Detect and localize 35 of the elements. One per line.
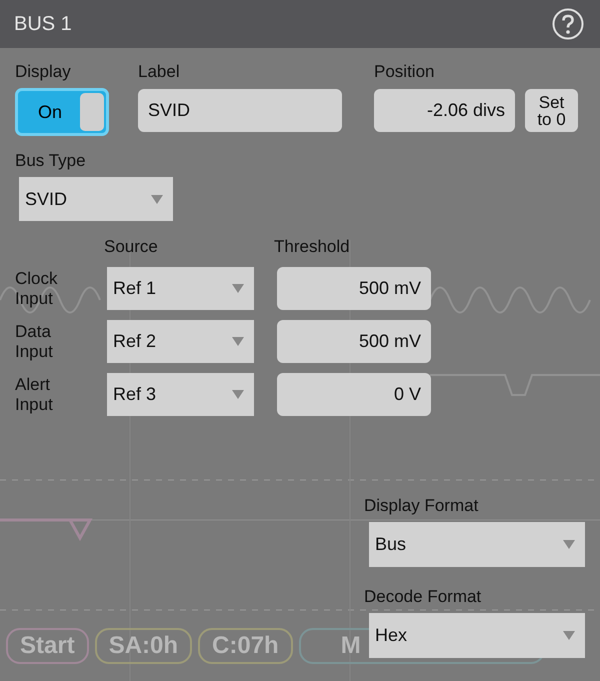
field-label: Position bbox=[374, 62, 436, 82]
bus-packet: SA:0h bbox=[94, 628, 192, 664]
bus-packet: C:07h bbox=[198, 628, 293, 664]
caret-icon bbox=[563, 631, 575, 640]
column-header: Source bbox=[104, 237, 159, 257]
bus-type-dropdown[interactable]: SVID bbox=[19, 177, 173, 221]
label-field[interactable]: SVID bbox=[138, 89, 342, 132]
column-header: Threshold bbox=[274, 237, 351, 257]
source-dropdown[interactable]: Ref 2 bbox=[107, 320, 254, 363]
input-label: Clock Input bbox=[15, 268, 59, 308]
caret-icon bbox=[151, 194, 163, 204]
decode-format-dropdown[interactable]: Hex bbox=[369, 613, 585, 658]
input-label: Data Input bbox=[15, 322, 54, 362]
display-format-dropdown[interactable]: Bus bbox=[369, 522, 585, 567]
field-label: Label bbox=[138, 62, 181, 82]
help-icon[interactable] bbox=[552, 8, 584, 40]
caret-icon bbox=[232, 390, 244, 399]
threshold-field[interactable]: 500 mV bbox=[277, 320, 431, 363]
field-label: Decode Format bbox=[364, 587, 482, 607]
caret-icon bbox=[232, 337, 244, 346]
threshold-field[interactable]: 500 mV bbox=[277, 267, 431, 310]
caret-icon bbox=[563, 540, 575, 549]
position-field[interactable]: -2.06 divs bbox=[374, 89, 515, 132]
field-label: Display bbox=[15, 62, 72, 82]
caret-icon bbox=[232, 284, 244, 293]
set-to-zero-button[interactable]: Set to 0 bbox=[525, 89, 578, 132]
display-toggle[interactable]: On bbox=[15, 88, 109, 136]
window-title: BUS 1 bbox=[14, 12, 72, 36]
input-label: Alert Input bbox=[15, 374, 54, 414]
bus-packet: Start bbox=[6, 628, 89, 664]
field-label: Bus Type bbox=[15, 151, 87, 171]
source-dropdown[interactable]: Ref 1 bbox=[107, 267, 254, 310]
threshold-field[interactable]: 0 V bbox=[277, 373, 431, 416]
source-dropdown[interactable]: Ref 3 bbox=[107, 373, 254, 416]
field-label: Display Format bbox=[364, 496, 480, 516]
